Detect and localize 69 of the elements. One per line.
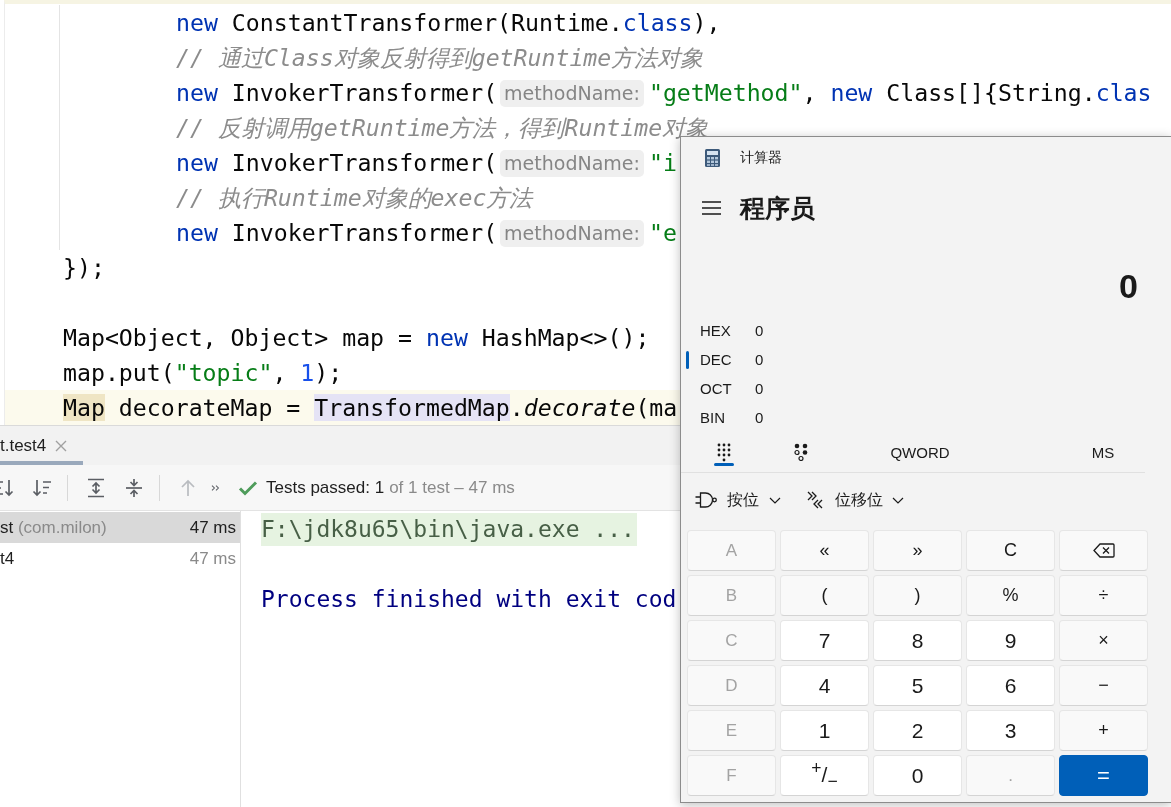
word-size-button[interactable]: QWORD xyxy=(880,432,960,472)
chevron-down-icon xyxy=(769,496,781,504)
code-line: Map decorateMap = TransformedMap.decorate(ma xyxy=(63,394,678,421)
sort-lines-icon[interactable] xyxy=(32,477,52,498)
key-button[interactable]: 0 xyxy=(873,755,962,796)
key-button[interactable]: 4 xyxy=(780,665,869,706)
bit-dots-icon xyxy=(794,443,808,461)
key-button[interactable]: % xyxy=(966,575,1055,616)
inlay-hint: methodName: xyxy=(500,80,644,107)
keypad-dots-icon xyxy=(717,442,731,462)
test-item[interactable]: st (com.milon) 47 ms xyxy=(0,512,240,543)
code-text: "getMethod", new Class[]{String.clas xyxy=(648,79,1152,106)
key-button[interactable]: 3 xyxy=(966,710,1055,751)
key-button[interactable]: ( xyxy=(780,575,869,616)
key-button[interactable]: 9 xyxy=(966,620,1055,661)
inlay-hint: methodName: xyxy=(500,150,644,177)
code-line: map.put("topic", 1); xyxy=(63,359,343,386)
collapse-all-icon[interactable] xyxy=(124,477,144,498)
sort-icon[interactable] xyxy=(0,477,14,498)
key-button[interactable]: 5 xyxy=(873,665,962,706)
key-button[interactable]: 6 xyxy=(966,665,1055,706)
base-option[interactable]: DEC 0 xyxy=(686,345,764,374)
test-summary: of 1 test – 47 ms xyxy=(389,477,515,498)
base-option[interactable]: BIN 0 xyxy=(686,403,764,432)
key-button[interactable]: ) xyxy=(873,575,962,616)
equals-button[interactable]: = xyxy=(1059,755,1148,796)
code-text: "i xyxy=(648,149,677,176)
code-line: }); xyxy=(63,254,105,281)
base-option[interactable]: OCT 0 xyxy=(686,374,764,403)
key-button[interactable]: ÷ xyxy=(1059,575,1148,616)
code-text: new InvokerTransformer( xyxy=(176,149,498,176)
base-option[interactable]: HEX 0 xyxy=(686,316,764,345)
window-title: 计算器 xyxy=(740,148,782,167)
key-button[interactable]: 2 xyxy=(873,710,962,751)
key-button[interactable]: » xyxy=(873,530,962,571)
key-button[interactable]: + xyxy=(1059,710,1148,751)
console-line: Process finished with exit cod xyxy=(261,585,677,614)
backspace-button[interactable] xyxy=(1059,530,1148,571)
display-value: 0 xyxy=(1119,266,1138,306)
code-text: "e xyxy=(648,219,677,246)
shift-arrows-icon xyxy=(807,491,823,509)
bit-shift-dropdown[interactable]: 位移位 xyxy=(807,489,904,511)
key-button[interactable]: C xyxy=(966,530,1055,571)
memory-store-button[interactable]: MS xyxy=(1083,432,1123,472)
expand-all-icon[interactable] xyxy=(86,477,106,498)
key-button[interactable]: × xyxy=(1059,620,1148,661)
code-text: new InvokerTransformer( xyxy=(176,79,498,106)
chevron-down-icon xyxy=(892,496,904,504)
code-line: // 通过Class对象反射得到getRuntime方法对象 xyxy=(176,44,704,71)
key-button[interactable]: $^{+}$/$_{−}$ xyxy=(780,755,869,796)
code-line: Map<Object, Object> map = new HashMap<>(); xyxy=(63,324,650,351)
inlay-hint: methodName: xyxy=(500,220,644,247)
mode-title: 程序员 xyxy=(740,192,815,224)
logic-gate-icon xyxy=(695,492,717,508)
code-line: new ConstantTransformer(Runtime.class), xyxy=(176,9,721,36)
calculator-app-icon xyxy=(705,148,720,167)
bitwise-dropdown[interactable]: 按位 xyxy=(695,489,781,511)
menu-icon[interactable] xyxy=(702,201,721,215)
backspace-icon xyxy=(1092,543,1115,558)
key-button[interactable]: 7 xyxy=(780,620,869,661)
key-button[interactable]: − xyxy=(1059,665,1148,706)
key-button[interactable]: « xyxy=(780,530,869,571)
key-button[interactable]: 8 xyxy=(873,620,962,661)
test-status: Tests passed: 1 xyxy=(266,477,385,498)
key-button[interactable]: 1 xyxy=(780,710,869,751)
check-icon xyxy=(238,479,258,496)
test-item[interactable]: t4 47 ms xyxy=(0,543,240,574)
code-text: new InvokerTransformer( xyxy=(176,219,498,246)
code-line: // 执行Runtime对象的exec方法 xyxy=(176,184,533,211)
